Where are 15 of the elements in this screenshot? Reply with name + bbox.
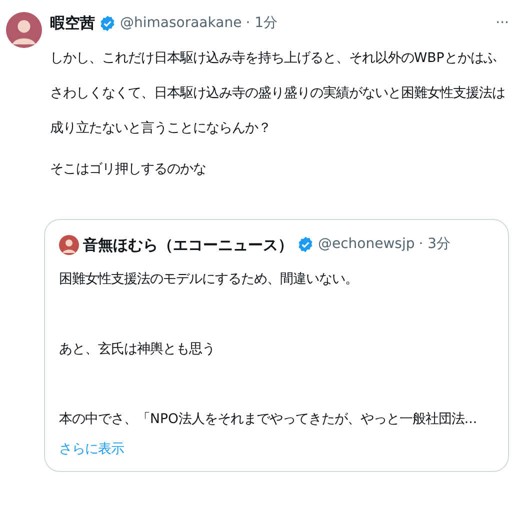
quoted-text: あと、玄氏は神輿とも思う: [59, 340, 216, 359]
avatar-icon[interactable]: [59, 234, 79, 255]
quoted-text: 困難女性支援法のモデルにするため、間違いない。: [59, 270, 359, 289]
quoted-tweet-card[interactable]: 音無ほむら（エコーニュース） @echonewsjp · 3分 困難女性支援法のモデルにするため、間違いない。 あと、玄氏は神輿とも思う 本の中でさ、「NPO法人をそれまでやってきたが、やっと一般社団法... さらに表示: [44, 218, 509, 472]
more-button[interactable]: ···: [496, 12, 509, 34]
display-name[interactable]: 暇空茜: [50, 12, 95, 34]
timestamp: · 3分: [418, 235, 451, 254]
user-handle[interactable]: @himasoraakane: [120, 12, 242, 34]
timestamp[interactable]: · 1分: [246, 12, 278, 34]
user-handle: @echonewsjp: [318, 235, 415, 254]
tweet-text: そこはゴリ押しするのかな: [50, 160, 207, 178]
tweet-text: しかし、これだけ日本駆け込み寺を持ち上げると、それ以外のWBPとかはふさわしくなくて、日本駆け込み寺の盛り盛りの実績がないと困難女性支援法は成り立たないと言うことにならんか？: [50, 50, 505, 138]
display-name: 音無ほむら（エコーニュース）: [83, 234, 293, 256]
quoted-text: 本の中でさ、「NPO法人をそれまでやってきたが、やっと一般社団法...: [59, 410, 478, 429]
avatar-icon[interactable]: [6, 12, 42, 48]
